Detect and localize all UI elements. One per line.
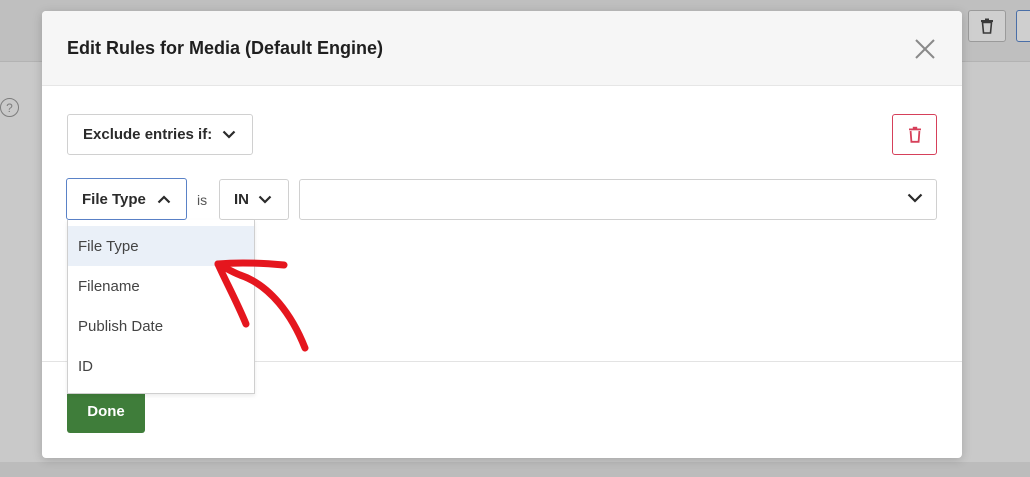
modal-header: Edit Rules for Media (Default Engine) — [42, 11, 962, 86]
done-button[interactable]: Done — [67, 390, 145, 433]
field-dropdown-menu: File Type Filename Publish Date ID — [67, 220, 255, 394]
condition-is-label: is — [197, 192, 208, 208]
modal-title: Edit Rules for Media (Default Engine) — [67, 38, 384, 58]
field-select-value: File Type — [82, 190, 146, 208]
dropdown-option-filename[interactable]: Filename — [68, 266, 254, 306]
background-edge-button[interactable] — [1016, 10, 1030, 42]
chevron-down-icon — [907, 193, 923, 203]
chevron-up-icon — [157, 194, 171, 203]
delete-rule-button[interactable] — [892, 114, 937, 155]
background-trash-button[interactable] — [968, 10, 1006, 42]
rule-mode-select[interactable]: Exclude entries if: — [67, 114, 253, 155]
rule-mode-label: Exclude entries if: — [83, 126, 213, 143]
value-select[interactable] — [299, 179, 937, 220]
help-icon[interactable]: ? — [0, 98, 19, 117]
edit-rules-modal: Edit Rules for Media (Default Engine) Ex… — [42, 11, 962, 458]
dropdown-option-id[interactable]: ID — [68, 346, 254, 386]
close-button[interactable] — [911, 35, 939, 63]
chevron-down-icon — [222, 130, 236, 139]
trash-icon — [981, 18, 993, 34]
dropdown-option-publish-date[interactable]: Publish Date — [68, 306, 254, 346]
trash-icon — [908, 126, 921, 143]
close-icon — [915, 39, 935, 59]
operator-select[interactable]: IN — [219, 179, 289, 220]
chevron-down-icon — [258, 195, 272, 204]
background-page-footer — [0, 462, 1030, 477]
field-select[interactable]: File Type — [66, 178, 187, 220]
operator-select-value: IN — [234, 191, 249, 208]
dropdown-option-file-type[interactable]: File Type — [68, 226, 254, 266]
